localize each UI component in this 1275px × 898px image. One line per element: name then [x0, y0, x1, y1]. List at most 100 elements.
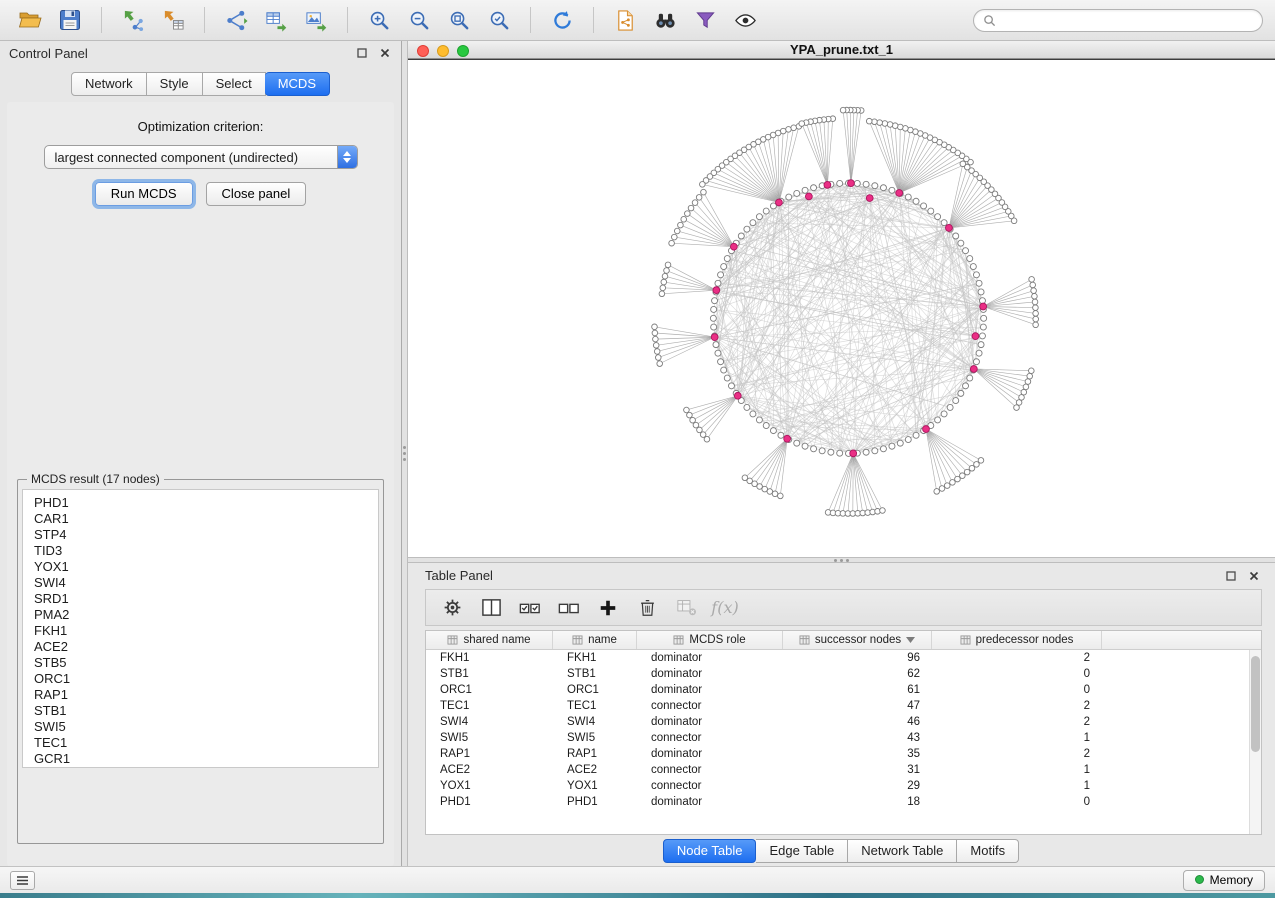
- mcds-tab-content: Optimization criterion: largest connecte…: [7, 102, 394, 866]
- table-row[interactable]: FKH1FKH1dominator962: [426, 650, 1249, 666]
- close-panel-button[interactable]: [378, 46, 392, 60]
- list-menu-icon: [16, 875, 29, 886]
- tab-node-table[interactable]: Node Table: [663, 839, 757, 863]
- column-header-predecessor-nodes[interactable]: predecessor nodes: [932, 631, 1102, 649]
- zoom-out-button[interactable]: [401, 4, 437, 36]
- mcds-result-item[interactable]: FKH1: [34, 623, 378, 639]
- unselect-all-icon: [558, 597, 580, 619]
- close-panel-action-button[interactable]: Close panel: [206, 182, 307, 206]
- import-network-button[interactable]: [115, 4, 151, 36]
- apply-layout-button[interactable]: [544, 4, 580, 36]
- table-row[interactable]: RAP1RAP1dominator352: [426, 746, 1249, 762]
- tab-network-table[interactable]: Network Table: [848, 839, 957, 863]
- table-row[interactable]: ORC1ORC1dominator610: [426, 682, 1249, 698]
- tab-mcds[interactable]: MCDS: [265, 72, 330, 96]
- mcds-result-item[interactable]: RAP1: [34, 687, 378, 703]
- search-input[interactable]: [1002, 13, 1253, 27]
- close-table-panel-button[interactable]: [1247, 569, 1261, 583]
- mcds-result-item[interactable]: SWI4: [34, 575, 378, 591]
- export-table-button[interactable]: [258, 4, 294, 36]
- delete-column-button[interactable]: [631, 594, 663, 622]
- fx-icon: f(x): [711, 598, 738, 617]
- window-close-light[interactable]: [417, 45, 429, 57]
- table-settings-button[interactable]: [436, 594, 468, 622]
- mcds-result-item[interactable]: YOX1: [34, 559, 378, 575]
- table-panel-titlebar: Table Panel: [408, 563, 1275, 588]
- show-hide-button[interactable]: [727, 4, 763, 36]
- export-image-icon: [305, 9, 328, 32]
- table-row[interactable]: SWI5SWI5connector431: [426, 730, 1249, 746]
- delete-table-icon: [676, 598, 697, 617]
- import-table-button[interactable]: [155, 4, 191, 36]
- status-menu-button[interactable]: [10, 871, 35, 890]
- export-network-button[interactable]: [218, 4, 254, 36]
- global-search-field[interactable]: [973, 9, 1263, 32]
- mcds-result-item[interactable]: ACE2: [34, 639, 378, 655]
- tab-motifs[interactable]: Motifs: [957, 839, 1019, 863]
- document-share-icon: [614, 9, 637, 32]
- search-network-button[interactable]: [647, 4, 683, 36]
- export-image-button[interactable]: [298, 4, 334, 36]
- dropdown-stepper-icon: [337, 146, 357, 168]
- create-column-button[interactable]: [592, 594, 624, 622]
- table-row[interactable]: TEC1TEC1connector472: [426, 698, 1249, 714]
- mcds-result-item[interactable]: ORC1: [34, 671, 378, 687]
- memory-button[interactable]: Memory: [1183, 870, 1265, 891]
- window-minimize-light[interactable]: [437, 45, 449, 57]
- network-canvas[interactable]: [408, 59, 1275, 557]
- select-all-columns-button[interactable]: [514, 594, 546, 622]
- run-mcds-button[interactable]: Run MCDS: [95, 182, 193, 206]
- mcds-result-item[interactable]: PHD1: [34, 495, 378, 511]
- show-columns-button[interactable]: [475, 594, 507, 622]
- delete-table-button-disabled[interactable]: [670, 594, 702, 622]
- fit-content-button[interactable]: [441, 4, 477, 36]
- mcds-result-item[interactable]: GCR1: [34, 751, 378, 767]
- open-session-button[interactable]: [12, 4, 48, 36]
- tab-style[interactable]: Style: [147, 72, 203, 96]
- node-table-body[interactable]: FKH1FKH1dominator962STB1STB1dominator620…: [426, 650, 1261, 834]
- table-scrollbar[interactable]: [1249, 650, 1261, 834]
- mcds-result-item[interactable]: PMA2: [34, 607, 378, 623]
- zoom-in-button[interactable]: [361, 4, 397, 36]
- horizontal-splitter[interactable]: [408, 557, 1275, 563]
- save-session-button[interactable]: [52, 4, 88, 36]
- mcds-result-list[interactable]: PHD1CAR1STP4TID3YOX1SWI4SRD1PMA2FKH1ACE2…: [22, 489, 379, 768]
- mcds-result-item[interactable]: STB5: [34, 655, 378, 671]
- tab-select[interactable]: Select: [203, 72, 266, 96]
- float-panel-button[interactable]: [355, 46, 369, 60]
- save-disk-icon: [59, 9, 81, 31]
- mcds-result-item[interactable]: STP4: [34, 527, 378, 543]
- float-table-panel-button[interactable]: [1224, 569, 1238, 583]
- mcds-result-item[interactable]: TEC1: [34, 735, 378, 751]
- columns-icon: [481, 597, 502, 618]
- mcds-result-item[interactable]: SWI5: [34, 719, 378, 735]
- export-document-button[interactable]: [607, 4, 643, 36]
- table-row[interactable]: YOX1YOX1connector291: [426, 778, 1249, 794]
- column-header-successor-nodes[interactable]: successor nodes: [783, 631, 932, 649]
- export-network-icon: [225, 9, 248, 32]
- window-maximize-light[interactable]: [457, 45, 469, 57]
- mcds-result-item[interactable]: TID3: [34, 543, 378, 559]
- network-graph: [408, 60, 1275, 557]
- mcds-result-title: MCDS result (17 nodes): [27, 472, 164, 486]
- tab-edge-table[interactable]: Edge Table: [756, 839, 848, 863]
- table-row[interactable]: PHD1PHD1dominator180: [426, 794, 1249, 810]
- column-header-name[interactable]: name: [553, 631, 637, 649]
- plus-icon: [598, 598, 618, 618]
- criterion-dropdown[interactable]: largest connected component (undirected): [44, 145, 358, 169]
- column-header-mcds-role[interactable]: MCDS role: [637, 631, 783, 649]
- table-row[interactable]: STB1STB1dominator620: [426, 666, 1249, 682]
- function-builder-button[interactable]: f(x): [709, 594, 741, 622]
- mcds-result-item[interactable]: SRD1: [34, 591, 378, 607]
- tab-network[interactable]: Network: [71, 72, 147, 96]
- mcds-result-item[interactable]: CAR1: [34, 511, 378, 527]
- search-icon: [983, 14, 996, 27]
- scrollbar-thumb[interactable]: [1251, 656, 1260, 752]
- table-row[interactable]: ACE2ACE2connector311: [426, 762, 1249, 778]
- column-header-shared-name[interactable]: shared name: [426, 631, 553, 649]
- unselect-all-columns-button[interactable]: [553, 594, 585, 622]
- mcds-result-item[interactable]: STB1: [34, 703, 378, 719]
- zoom-selected-button[interactable]: [481, 4, 517, 36]
- filter-button[interactable]: [687, 4, 723, 36]
- table-row[interactable]: SWI4SWI4dominator462: [426, 714, 1249, 730]
